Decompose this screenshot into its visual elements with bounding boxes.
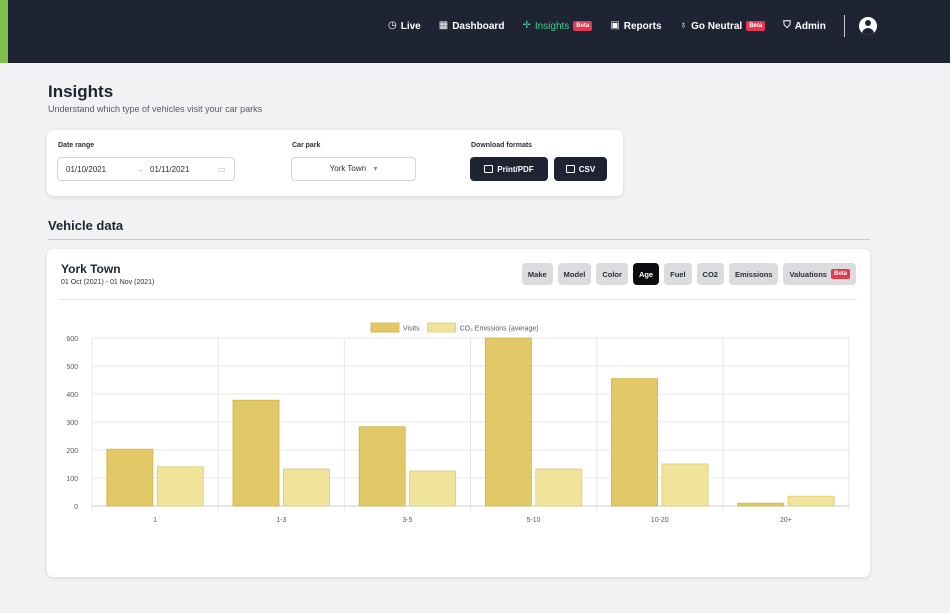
calendar-icon[interactable]: ▭ xyxy=(218,165,226,174)
clock-icon: ◷ xyxy=(388,20,397,31)
co2-bar xyxy=(283,468,330,507)
legend-swatch xyxy=(427,322,457,333)
x-tick-label: 1 xyxy=(153,517,157,524)
nav-admin[interactable]: ⛉ Admin xyxy=(783,21,826,32)
csv-label: CSV xyxy=(578,164,596,174)
user-profile-icon[interactable] xyxy=(858,17,877,35)
print-pdf-button[interactable]: Print/PDF xyxy=(470,157,548,181)
nav-dashboard-label: Dashboard xyxy=(452,20,505,32)
visits-bar xyxy=(106,448,154,507)
report-icon: ▣ xyxy=(610,20,620,31)
nav-go-neutral[interactable]: ♁ Go Neutral Beta xyxy=(680,21,766,32)
x-tick-label: 5-10 xyxy=(527,517,541,524)
shield-icon: ⛉ xyxy=(783,20,791,31)
car-park-select[interactable]: York Town ▾ xyxy=(291,157,416,181)
car-park-label: Car park xyxy=(292,142,321,149)
co2-bar xyxy=(156,466,204,507)
profile-head-shape xyxy=(864,20,871,26)
crosshair-icon: ✛ xyxy=(522,20,531,31)
brand-accent-bar xyxy=(0,0,8,63)
x-tick-label: 20+ xyxy=(780,517,792,524)
filters-card: Date range 01/10/2021 → 01/11/2021 ▭ Car… xyxy=(47,130,623,196)
page-subtitle: Understand which type of vehicles visit … xyxy=(48,104,263,114)
date-arrow-icon: → xyxy=(136,165,144,174)
nav-insights-label: Insights xyxy=(534,20,570,32)
nav-go-neutral-label: Go Neutral xyxy=(691,20,743,32)
y-tick-label: 0 xyxy=(74,504,78,511)
main-nav: ◷ Live ▦ Dashboard ✛ Insights Beta ▣ Rep… xyxy=(388,0,877,52)
y-tick-label: 500 xyxy=(66,364,78,371)
beta-badge: Beta xyxy=(573,21,593,31)
date-range-picker[interactable]: 01/10/2021 → 01/11/2021 ▭ xyxy=(57,157,235,181)
printer-icon xyxy=(484,165,494,173)
y-tick-label: 600 xyxy=(66,336,78,343)
legend-label: Visits xyxy=(403,326,420,333)
legend-swatch xyxy=(370,322,400,333)
page-title: Insights xyxy=(48,82,114,101)
visits-bar xyxy=(611,378,658,507)
top-navbar: ◷ Live ▦ Dashboard ✛ Insights Beta ▣ Rep… xyxy=(0,0,950,63)
date-from[interactable]: 01/10/2021 xyxy=(66,165,106,174)
date-to[interactable]: 01/11/2021 xyxy=(150,165,189,174)
age-bar-chart: 0 100 200 300 400 500 600 1 1-3 3-5 5-10 10-20 20+ Vi… xyxy=(66,322,850,524)
nav-insights[interactable]: ✛ Insights Beta xyxy=(522,20,593,32)
dashboard-grid-icon: ▦ xyxy=(438,20,449,31)
y-tick-label: 100 xyxy=(66,476,78,483)
car-park-value: York Town xyxy=(329,164,367,173)
beta-badge: Beta xyxy=(746,21,766,31)
vehicle-chart-card: York Town 01 Oct (2021) - 01 Nov (2021) … xyxy=(47,249,870,577)
x-tick-label: 1-3 xyxy=(276,517,286,524)
co2-bar xyxy=(787,495,835,507)
visits-bar xyxy=(358,426,406,507)
co2-bar xyxy=(409,470,457,507)
co2-bar xyxy=(661,463,709,507)
nav-reports[interactable]: ▣ Reports xyxy=(610,21,661,32)
co2-bar xyxy=(535,468,583,507)
chevron-down-icon: ▾ xyxy=(373,164,378,173)
nav-divider xyxy=(843,15,845,37)
visits-bar xyxy=(737,502,785,507)
legend-label: CO₂ Emissions (average) xyxy=(460,326,539,333)
nav-reports-label: Reports xyxy=(623,20,662,32)
nav-dashboard[interactable]: ▦ Dashboard xyxy=(439,21,505,32)
csv-button[interactable]: CSV xyxy=(554,157,607,181)
x-tick-label: 3-5 xyxy=(402,517,412,524)
y-tick-label: 400 xyxy=(66,392,78,399)
download-formats-label: Download formats xyxy=(471,142,533,149)
x-tick-label: 10-20 xyxy=(651,517,669,524)
print-pdf-label: Print/PDF xyxy=(497,164,534,174)
section-title: Vehicle data xyxy=(48,218,124,233)
nav-live-label: Live xyxy=(400,20,421,32)
date-range-label: Date range xyxy=(58,142,95,149)
csv-file-icon xyxy=(565,165,575,173)
y-tick-label: 300 xyxy=(66,420,78,427)
visits-bar xyxy=(232,399,280,507)
section-divider xyxy=(48,239,870,240)
lightbulb-icon: ♁ xyxy=(679,20,688,31)
nav-admin-label: Admin xyxy=(794,20,826,32)
nav-live[interactable]: ◷ Live xyxy=(388,21,421,32)
visits-bar xyxy=(484,337,532,507)
profile-body-shape xyxy=(861,28,874,35)
y-tick-label: 200 xyxy=(66,448,78,455)
